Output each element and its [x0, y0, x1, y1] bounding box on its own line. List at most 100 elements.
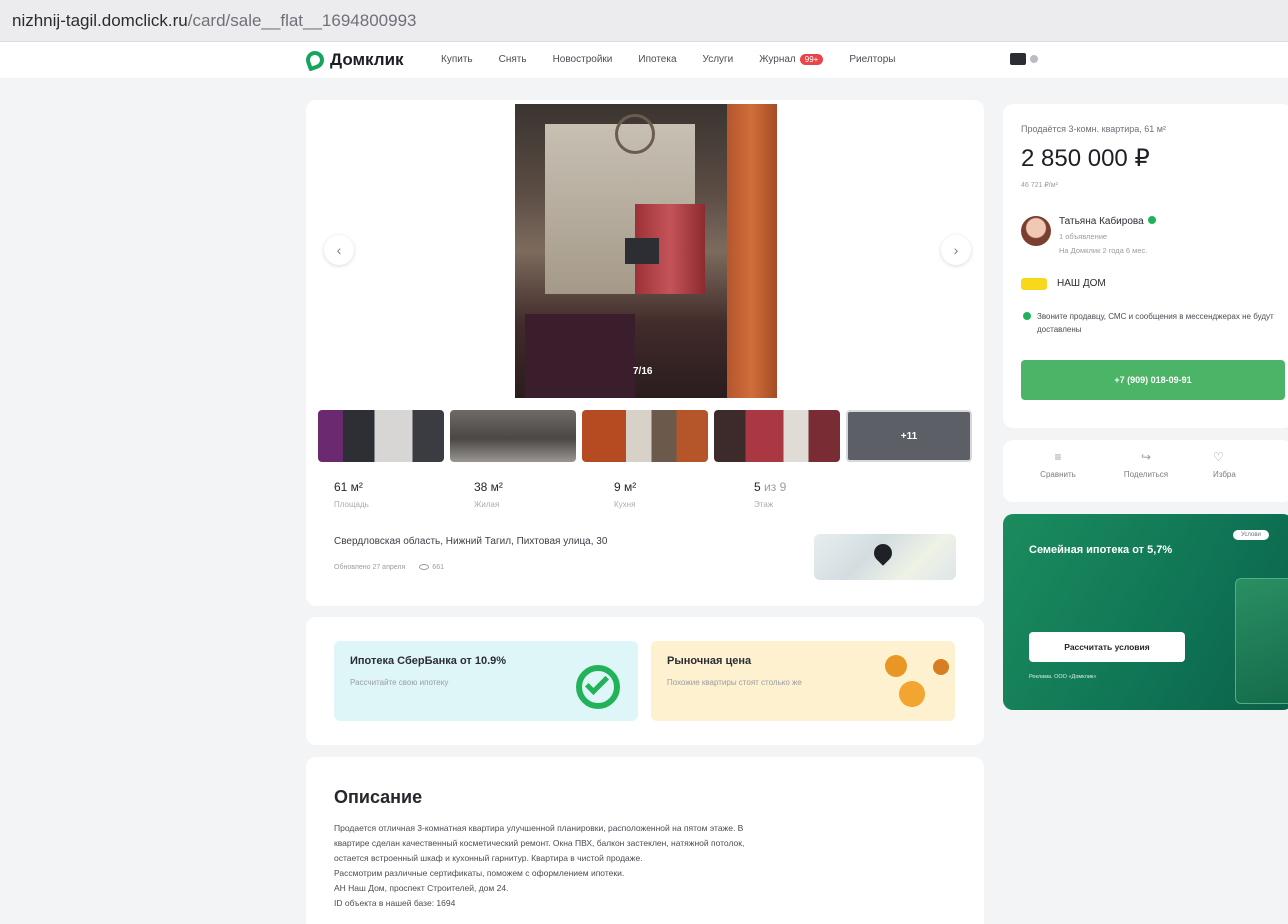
chevron-left-icon: ‹ [336, 242, 342, 258]
fact-label: Этаж [754, 500, 774, 509]
map-preview[interactable] [814, 534, 956, 580]
photo-bed [525, 314, 635, 398]
actions-card: ≡ Сравнить ↪ Поделиться ♡ Избра [1003, 440, 1288, 502]
contact-notice: Звоните продавцу, СМС и сообщения в месс… [1037, 312, 1274, 334]
thumbnail[interactable] [582, 410, 708, 462]
coin-icon [885, 655, 907, 677]
compare-icon: ≡ [1054, 450, 1062, 464]
description-card: Описание Продается отличная 3-комнатная … [306, 757, 984, 924]
nav-item-mortgage[interactable]: Ипотека [638, 54, 676, 65]
photo-chandelier [615, 114, 655, 154]
views-count: 661 [432, 564, 444, 571]
site-logo[interactable]: Домклик [303, 48, 404, 72]
offers-card: Ипотека СберБанка от 10.9% Рассчитайте с… [306, 617, 984, 745]
fact-label: Площадь [334, 500, 369, 509]
views-counter: 661 [419, 564, 444, 571]
photo-door [727, 104, 777, 398]
key-facts: 61 м² Площадь 38 м² Жилая 9 м² Кухня 5 и… [334, 480, 894, 509]
nav-item-journal-label: Журнал [759, 54, 796, 65]
promo-illustration [1235, 578, 1288, 704]
market-price-offer[interactable]: Рыночная цена Похожие квартиры стоят сто… [651, 641, 955, 721]
description-line: квартире сделан качественный косметическ… [334, 838, 745, 848]
thumbnail[interactable] [714, 410, 840, 462]
nav-item-buy[interactable]: Купить [441, 54, 473, 65]
description-line: Продается отличная 3-комнатная квартира … [334, 823, 744, 833]
floor-number: 5 [754, 480, 761, 494]
ruble-coin-icon [899, 681, 925, 707]
avatar[interactable] [1021, 216, 1051, 246]
agency-name[interactable]: НАШ ДОМ [1057, 278, 1106, 289]
ad-disclaimer: Реклама. ООО «Домклик» [1029, 674, 1097, 680]
sber-mortgage-offer[interactable]: Ипотека СберБанка от 10.9% Рассчитайте с… [334, 641, 638, 721]
top-navigation: Домклик Купить Снять Новостройки Ипотека… [0, 42, 1288, 78]
logo-icon [303, 48, 327, 72]
share-button[interactable]: ↪ Поделиться [1101, 450, 1191, 479]
listing-heading: Продаётся 3-комн. квартира, 61 м² [1021, 124, 1166, 134]
price-card: Продаётся 3-комн. квартира, 61 м² 2 850 … [1003, 104, 1288, 428]
listing-meta: Обновлено 27 апреля 661 [334, 564, 444, 571]
thumbnail[interactable] [318, 410, 444, 462]
thumbnail[interactable] [450, 410, 576, 462]
description-line: Рассмотрим различные сертификаты, поможе… [334, 868, 625, 878]
promo-tag: Услови [1233, 530, 1269, 540]
chevron-right-icon: › [953, 242, 959, 258]
seller-since: На Домклик 2 года 6 мес. [1059, 246, 1148, 255]
calculate-conditions-button[interactable]: Рассчитать условия [1029, 632, 1185, 662]
offer-title: Ипотека СберБанка от 10.9% [350, 655, 507, 667]
shield-check-icon [1023, 312, 1031, 320]
offer-subtitle: Рассчитайте свою ипотеку [350, 678, 449, 687]
logo-text: Домклик [330, 50, 404, 69]
seller-name-text: Татьяна Кабирова [1059, 216, 1144, 227]
heart-icon: ♡ [1213, 450, 1224, 464]
show-phone-button[interactable]: +7 (909) 018-09-91 [1021, 360, 1285, 400]
map-pin-icon [870, 540, 896, 566]
price-per-m2: 46 721 ₽/м² [1021, 182, 1058, 189]
nav-item-realtors[interactable]: Риелторы [849, 54, 895, 65]
fact-total-area: 61 м² Площадь [334, 480, 474, 509]
prev-photo-button[interactable]: ‹ [324, 235, 354, 265]
seller-name[interactable]: Татьяна Кабирова [1059, 216, 1156, 227]
favorite-button[interactable]: ♡ Избра [1213, 450, 1288, 479]
thumbnail-strip: +11 [318, 410, 972, 462]
more-photos-thumbnail[interactable]: +11 [846, 410, 972, 462]
fact-living-area: 38 м² Жилая [474, 480, 614, 509]
family-mortgage-promo[interactable]: Семейная ипотека от 5,7% Услови Рассчита… [1003, 514, 1288, 710]
promo-title: Семейная ипотека от 5,7% [1029, 544, 1173, 556]
nav-item-rent[interactable]: Снять [499, 54, 527, 65]
floor-total: из 9 [764, 480, 787, 494]
fact-value: 61 м² [334, 480, 363, 494]
profile-icon[interactable] [1010, 53, 1026, 65]
address-bar[interactable]: nizhnij-tagil.domclick.ru/card/sale__fla… [0, 0, 1288, 42]
fact-value: 9 м² [614, 480, 637, 494]
seller-ads-count[interactable]: 1 объявление [1059, 232, 1107, 241]
nav-user-area [1010, 53, 1038, 65]
fact-kitchen-area: 9 м² Кухня [614, 480, 754, 509]
fact-label: Кухня [614, 500, 636, 509]
fact-value: 38 м² [474, 480, 503, 494]
listing-main-card: 7/16 ‹ › +11 61 м² Площадь 38 м² Жилая 9… [306, 100, 984, 606]
photo-tv [625, 238, 659, 264]
more-photos-count: +11 [900, 430, 918, 442]
description-line: остается встроенный шкаф и кухонный гарн… [334, 853, 643, 863]
fact-label: Жилая [474, 500, 500, 509]
eye-icon [419, 564, 430, 571]
description-text: Продается отличная 3-комнатная квартира … [334, 821, 954, 911]
notification-dot-icon[interactable] [1030, 55, 1038, 63]
share-label: Поделиться [1123, 470, 1169, 479]
compare-button[interactable]: ≡ Сравнить [1013, 450, 1103, 479]
compare-label: Сравнить [1040, 470, 1076, 479]
verified-icon [1147, 216, 1156, 224]
listing-price: 2 850 000 ₽ [1021, 145, 1150, 172]
listing-address: Свердловская область, Нижний Тагил, Пихт… [334, 536, 608, 547]
nav-item-journal[interactable]: Журнал 99+ [759, 54, 824, 65]
journal-badge: 99+ [799, 54, 824, 65]
nav-menu: Купить Снять Новостройки Ипотека Услуги … [441, 54, 895, 65]
main-photo[interactable]: 7/16 [515, 104, 777, 398]
fact-floor: 5 из 9 Этаж [754, 480, 894, 509]
updated-date: Обновлено 27 апреля [334, 564, 406, 571]
nav-item-new-buildings[interactable]: Новостройки [553, 54, 613, 65]
offer-subtitle: Похожие квартиры стоят столько же [667, 678, 802, 687]
next-photo-button[interactable]: › [941, 235, 971, 265]
favorite-label: Избра [1213, 470, 1236, 479]
nav-item-services[interactable]: Услуги [703, 54, 734, 65]
